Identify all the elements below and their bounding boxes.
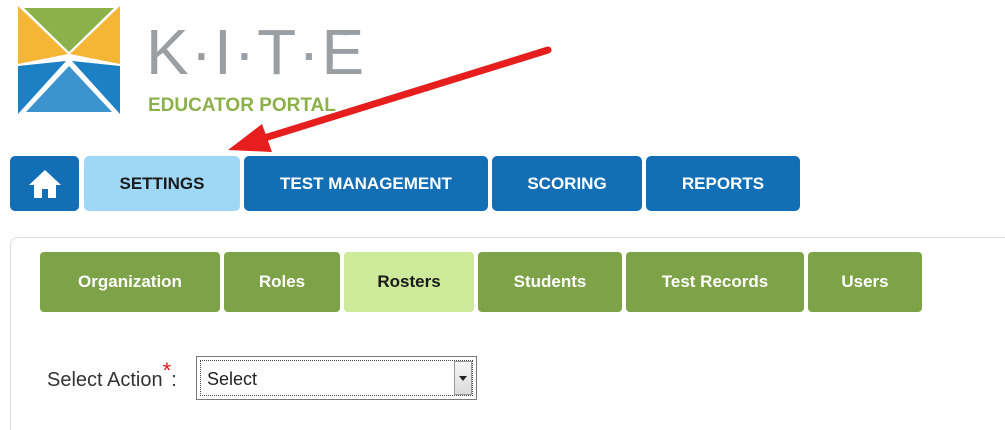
tab-test-management[interactable]: TEST MANAGEMENT: [244, 156, 488, 211]
subtab-test-records[interactable]: Test Records: [626, 252, 804, 312]
subtab-organization[interactable]: Organization: [40, 252, 220, 312]
required-marker: *: [162, 358, 172, 383]
tab-reports[interactable]: REPORTS: [646, 156, 800, 211]
tab-settings[interactable]: SETTINGS: [84, 156, 240, 211]
subtab-roles[interactable]: Roles: [224, 252, 340, 312]
logo-trademark: ™: [340, 30, 349, 40]
label-separator: :: [171, 369, 177, 391]
select-action-label-text: Select Action: [47, 369, 163, 391]
chevron-down-icon[interactable]: [454, 361, 472, 395]
subtab-users[interactable]: Users: [808, 252, 922, 312]
home-button[interactable]: [10, 156, 79, 211]
subtab-rosters[interactable]: Rosters: [344, 252, 474, 312]
select-action-dropdown[interactable]: Select: [196, 356, 477, 400]
logo-wordmark: K·I·T·E: [146, 16, 367, 88]
logo-subtitle: EDUCATOR PORTAL: [148, 95, 336, 116]
kite-logo-icon: [18, 6, 120, 114]
kite-educator-portal-page: K·I·T·E ™ EDUCATOR PORTAL SETTINGS TEST …: [0, 0, 1005, 430]
subtab-students[interactable]: Students: [478, 252, 622, 312]
tab-scoring[interactable]: SCORING: [492, 156, 642, 211]
select-action-value: Select: [207, 369, 258, 389]
select-action-label: Select Action*:: [47, 358, 177, 392]
home-icon: [28, 169, 61, 198]
